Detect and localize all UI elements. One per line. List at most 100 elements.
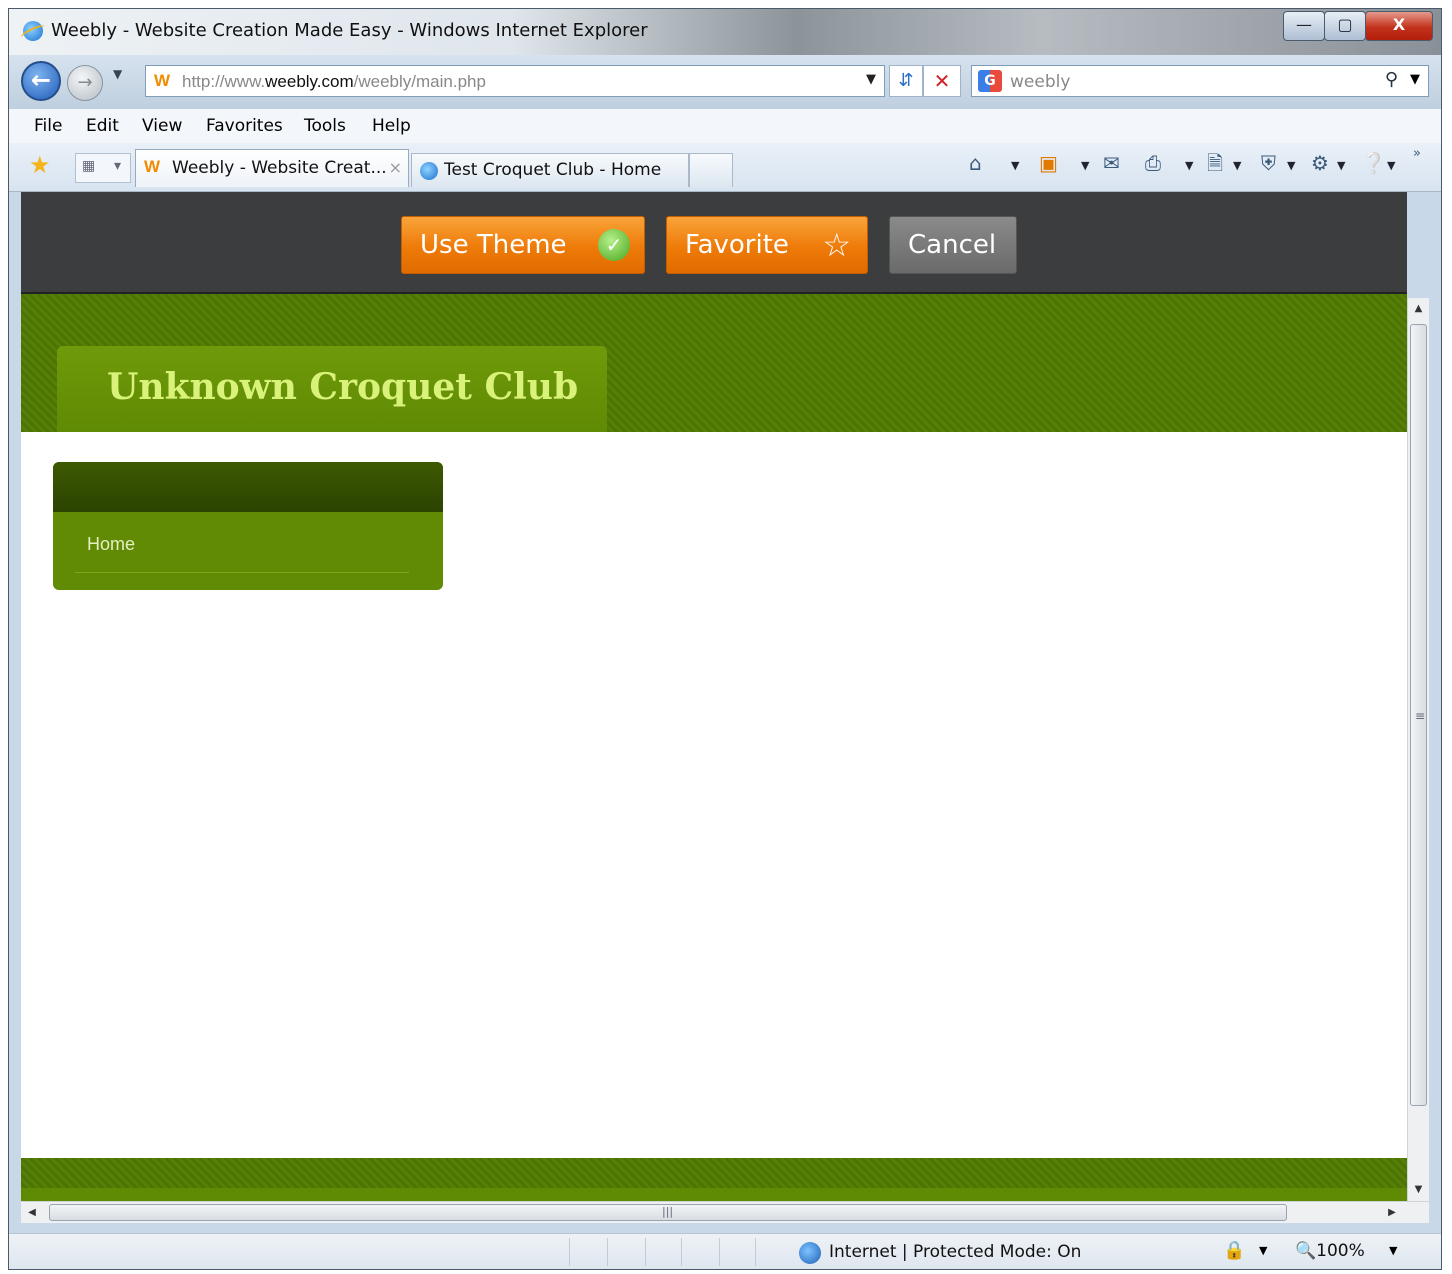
feeds-dropdown-icon[interactable]: ▼ [1081, 159, 1089, 172]
grip-icon: ≡ [1415, 709, 1426, 723]
ie-window: Weebly - Website Creation Made Easy - Wi… [8, 8, 1442, 1270]
address-dropdown-icon[interactable]: ▼ [866, 72, 876, 87]
window-title: Weebly - Website Creation Made Easy - Wi… [51, 20, 648, 41]
use-theme-label: Use Theme [420, 230, 567, 260]
site-body: Home [21, 432, 1407, 1158]
page-content: Use Theme ✓ Favorite ☆ Cancel Unknown Cr… [21, 192, 1407, 1201]
quick-tabs-button[interactable]: ▦ ▾ [75, 153, 131, 183]
new-tab-button[interactable] [689, 153, 733, 187]
stop-icon[interactable]: ✕ [923, 65, 961, 97]
site-nav-header [53, 462, 443, 512]
page-menu-icon[interactable]: 🗎 [1207, 153, 1223, 173]
scroll-left-icon[interactable]: ◀ [21, 1202, 43, 1224]
menu-view[interactable]: View [142, 116, 182, 136]
favorite-label: Favorite [685, 230, 789, 260]
navigation-bar: ← → ▼ W http://www.weebly.com/weebly/mai… [9, 55, 1441, 109]
menu-help[interactable]: Help [372, 116, 411, 136]
status-divider [719, 1238, 720, 1266]
feeds-icon[interactable]: ▣ [1039, 153, 1058, 173]
status-divider [681, 1238, 682, 1266]
address-url[interactable]: http://www.weebly.com/weebly/main.php [182, 72, 486, 92]
nav-link-home[interactable]: Home [87, 534, 135, 555]
title-bar: Weebly - Website Creation Made Easy - Wi… [9, 9, 1441, 55]
tab-list-dropdown-icon[interactable]: ▾ [114, 158, 121, 174]
protected-mode-dropdown-icon[interactable]: ▼ [1259, 1244, 1267, 1257]
print-dropdown-icon[interactable]: ▼ [1185, 159, 1193, 172]
maximize-button[interactable]: ▢ [1324, 11, 1366, 41]
check-icon: ✓ [598, 229, 630, 261]
home-dropdown-icon[interactable]: ▼ [1011, 159, 1019, 172]
zoom-level[interactable]: 🔍100% [1295, 1241, 1365, 1261]
menu-favorites[interactable]: Favorites [206, 116, 283, 136]
search-input[interactable]: weebly [1010, 72, 1070, 92]
tab-label: Test Croquet Club - Home [444, 160, 662, 180]
vertical-scroll-thumb[interactable]: ≡ [1410, 324, 1427, 1106]
zoom-dropdown-icon[interactable]: ▼ [1389, 1244, 1397, 1257]
theme-preview-bar: Use Theme ✓ Favorite ☆ Cancel [21, 192, 1407, 294]
menu-edit[interactable]: Edit [86, 116, 119, 136]
site-title: Unknown Croquet Club [107, 366, 579, 408]
tab-weebly[interactable]: W Weebly - Website Creat... × [135, 149, 409, 187]
horizontal-scroll-thumb[interactable]: ||| [49, 1204, 1287, 1221]
favorites-star-icon[interactable]: ★ [29, 153, 51, 177]
print-icon[interactable]: ⎙ [1145, 153, 1161, 173]
quick-tabs-grid-icon: ▦ [82, 158, 96, 174]
safety-icon[interactable]: ⛨ [1261, 153, 1276, 173]
address-bar[interactable]: W http://www.weebly.com/weebly/main.php … [145, 65, 885, 97]
tools-dropdown-icon[interactable]: ▼ [1337, 159, 1345, 172]
window-controls: — ▢ X [1283, 11, 1433, 41]
scroll-right-icon[interactable]: ▶ [1381, 1202, 1403, 1224]
minimize-button[interactable]: — [1283, 11, 1325, 41]
use-theme-button[interactable]: Use Theme ✓ [401, 216, 645, 274]
tab-test-croquet-club[interactable]: Test Croquet Club - Home [411, 153, 689, 187]
home-icon[interactable]: ⌂ [969, 153, 982, 173]
status-divider [607, 1238, 608, 1266]
security-zone-text[interactable]: Internet | Protected Mode: On [829, 1242, 1081, 1262]
forward-button[interactable]: → [67, 65, 103, 101]
read-mail-icon[interactable]: ✉ [1103, 153, 1120, 173]
protected-mode-icon[interactable]: 🔒 [1223, 1240, 1245, 1261]
site-navigation: Home [53, 462, 443, 590]
tools-gear-icon[interactable]: ⚙ [1311, 153, 1329, 173]
search-icon[interactable]: ⚲ [1385, 69, 1398, 90]
chevron-more-icon[interactable]: » [1413, 147, 1421, 160]
ie-page-icon [420, 162, 438, 180]
cancel-label: Cancel [908, 230, 997, 260]
status-divider [755, 1238, 756, 1266]
menu-file[interactable]: File [34, 116, 62, 136]
scroll-down-icon[interactable]: ▼ [1408, 1179, 1429, 1201]
vertical-scrollbar[interactable]: ▲ ≡ ▼ [1407, 298, 1429, 1201]
weebly-favicon-icon: W [154, 71, 171, 90]
internet-globe-icon [799, 1242, 821, 1264]
close-tab-icon[interactable]: × [389, 158, 402, 177]
horizontal-scrollbar[interactable]: ◀ ||| ▶ [21, 1201, 1429, 1223]
tab-label: Weebly - Website Creat... [172, 158, 387, 178]
status-divider [645, 1238, 646, 1266]
site-footer [21, 1158, 1407, 1201]
google-search-provider-icon[interactable]: G [978, 70, 1002, 92]
status-divider [569, 1238, 570, 1266]
cancel-button[interactable]: Cancel [889, 216, 1017, 274]
safety-dropdown-icon[interactable]: ▼ [1287, 159, 1295, 172]
help-icon[interactable]: ❔ [1361, 153, 1386, 173]
weebly-tab-favicon-icon: W [144, 157, 161, 176]
refresh-icon[interactable]: ⇵ [889, 65, 923, 97]
scroll-up-icon[interactable]: ▲ [1408, 298, 1429, 320]
menu-tools[interactable]: Tools [304, 116, 346, 136]
tab-bar: ★ ▦ ▾ W Weebly - Website Creat... × Test… [9, 143, 1441, 192]
grip-icon: ||| [662, 1205, 674, 1218]
back-button[interactable]: ← [21, 61, 61, 101]
page-dropdown-icon[interactable]: ▼ [1233, 159, 1241, 172]
nav-divider [75, 572, 409, 573]
site-header: Unknown Croquet Club [21, 294, 1407, 432]
favorite-button[interactable]: Favorite ☆ [666, 216, 868, 274]
search-options-dropdown-icon[interactable]: ▼ [1410, 72, 1420, 87]
recent-pages-dropdown-icon[interactable]: ▼ [113, 67, 122, 81]
menu-bar: File Edit View Favorites Tools Help [9, 109, 1441, 144]
ie-logo-icon [23, 21, 43, 41]
search-box[interactable]: G weebly ⚲ ▼ [971, 65, 1429, 97]
status-bar: Internet | Protected Mode: On 🔒 ▼ 🔍100% … [9, 1233, 1441, 1269]
close-window-button[interactable]: X [1365, 11, 1433, 41]
site-title-tab: Unknown Croquet Club [57, 346, 607, 432]
help-dropdown-icon[interactable]: ▼ [1387, 159, 1395, 172]
